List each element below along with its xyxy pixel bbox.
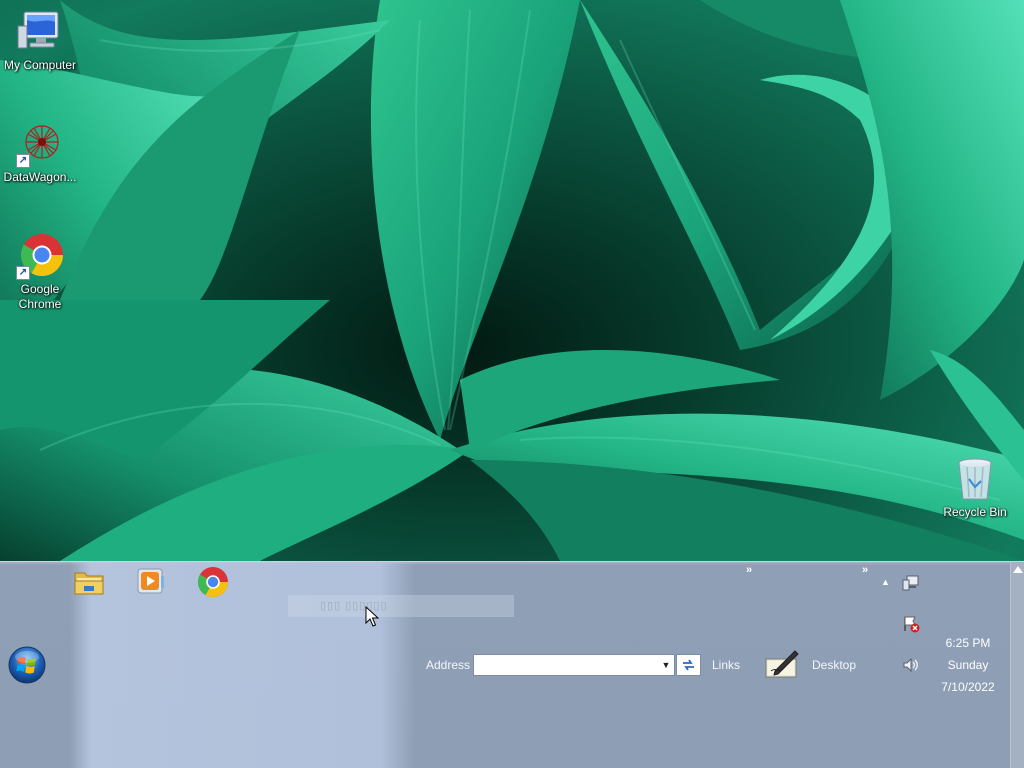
my-computer-icon xyxy=(16,8,64,56)
show-hidden-icons-button[interactable]: ▲ xyxy=(881,577,890,587)
quick-launch-chrome[interactable] xyxy=(197,566,229,598)
address-input[interactable] xyxy=(473,654,675,676)
network-icon[interactable] xyxy=(902,574,920,592)
desktop-toolbar-label[interactable]: Desktop xyxy=(812,658,856,672)
desktop-toolbar-icon[interactable] xyxy=(765,649,799,679)
taskbar-scroll-strip[interactable] xyxy=(1010,562,1024,768)
volume-icon[interactable] xyxy=(902,656,920,674)
media-player-icon xyxy=(137,568,164,594)
chrome-icon: ↗ xyxy=(16,232,64,280)
quick-launch-media-player[interactable] xyxy=(135,566,167,598)
datawagon-icon: ↗ xyxy=(16,120,64,168)
desktop-icon-label: Google Chrome xyxy=(18,282,62,311)
mouse-cursor-icon xyxy=(365,606,379,627)
address-go-button[interactable] xyxy=(676,654,701,676)
windows-logo-icon xyxy=(8,646,46,684)
refresh-arrows-icon xyxy=(683,659,694,671)
taskbar-ghost-button[interactable]: ▯▯▯ ▯▯▯▯▯▯ xyxy=(288,595,514,617)
taskbar: ▯▯▯ ▯▯▯▯▯▯ » » Address ▼ Links Desktop ▲ xyxy=(0,561,1024,768)
toolbar-chevron-button[interactable]: » xyxy=(862,564,868,576)
shortcut-arrow-icon: ↗ xyxy=(16,154,30,168)
links-toolbar-label[interactable]: Links xyxy=(712,658,740,672)
desktop-icon-label: Recycle Bin xyxy=(943,505,1007,519)
desktop-icon-label: DataWagon... xyxy=(3,170,77,184)
chrome-icon xyxy=(197,567,228,598)
scroll-up-arrow-icon[interactable] xyxy=(1013,566,1023,573)
desktop-pen-icon xyxy=(765,650,799,678)
desktop-icon-my-computer[interactable]: My Computer xyxy=(0,8,80,73)
desktop-icon-label: My Computer xyxy=(3,58,77,72)
clock-time: 6:25 PM xyxy=(945,636,991,650)
wallpaper-leaves xyxy=(0,0,1024,561)
quick-launch-file-explorer[interactable] xyxy=(73,566,105,598)
action-center-flag-icon[interactable] xyxy=(902,615,920,633)
shortcut-arrow-icon: ↗ xyxy=(16,266,30,280)
desktop-icon-google-chrome[interactable]: ↗ Google Chrome xyxy=(0,232,80,312)
desktop-wallpaper: My Computer ↗ DataWagon... ↗ Google Chro… xyxy=(0,0,1024,561)
taskbar-highlight xyxy=(70,562,415,768)
start-button[interactable] xyxy=(8,646,46,684)
desktop-icon-recycle-bin[interactable]: Recycle Bin xyxy=(935,455,1015,520)
recycle-bin-icon xyxy=(951,455,999,503)
file-explorer-icon xyxy=(74,572,104,595)
clock-day: Sunday xyxy=(947,658,989,672)
clock-date: 7/10/2022 xyxy=(941,680,995,694)
address-label: Address xyxy=(426,658,471,672)
desktop-icon-datawagon[interactable]: ↗ DataWagon... xyxy=(0,120,80,185)
toolbar-chevron-button[interactable]: » xyxy=(746,564,752,576)
address-dropdown-icon[interactable]: ▼ xyxy=(658,655,674,675)
